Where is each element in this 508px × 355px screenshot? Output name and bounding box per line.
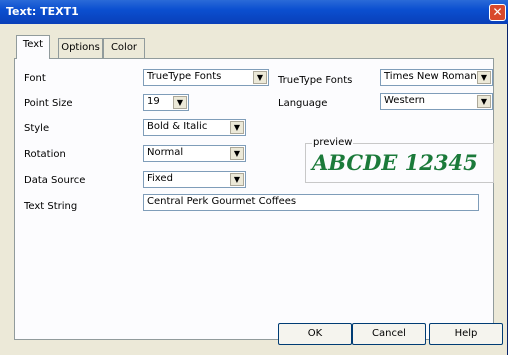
point-size-value: 19 [147, 96, 160, 107]
preview-text: ABCDE 12345 [312, 150, 478, 175]
point-size-select[interactable]: 19 ▼ [143, 94, 189, 111]
ok-button[interactable]: OK [278, 323, 352, 345]
title-bar[interactable]: Text: TEXT1 ✕ [0, 0, 508, 24]
tab-color-label: Color [110, 42, 138, 53]
chevron-down-icon[interactable]: ▼ [253, 71, 267, 84]
close-icon[interactable]: ✕ [489, 4, 506, 21]
chevron-down-icon[interactable]: ▼ [230, 173, 244, 186]
language-label: Language [278, 98, 328, 109]
language-value: Western [384, 95, 426, 106]
chevron-down-icon[interactable]: ▼ [173, 96, 187, 109]
window-title: Text: TEXT1 [6, 5, 79, 18]
truetype-font-value: Times New Roman [384, 71, 477, 82]
tab-text[interactable]: Text [16, 35, 50, 59]
text-string-value: Central Perk Gourmet Coffees [147, 196, 297, 207]
tab-text-label: Text [22, 39, 44, 50]
chevron-down-icon[interactable]: ▼ [230, 147, 244, 160]
truetype-fonts-label: TrueType Fonts [278, 75, 353, 86]
tab-options[interactable]: Options [58, 38, 103, 58]
rotation-value: Normal [147, 147, 184, 158]
help-button-label: Help [454, 328, 478, 339]
cancel-button-label: Cancel [372, 328, 406, 339]
text-string-label: Text String [24, 201, 78, 212]
font-select-value: TrueType Fonts [147, 71, 222, 82]
chevron-down-icon[interactable]: ▼ [230, 121, 244, 134]
truetype-font-select[interactable]: Times New Roman ▼ [380, 69, 493, 86]
text-string-input[interactable]: Central Perk Gourmet Coffees [143, 194, 479, 211]
rotation-select[interactable]: Normal ▼ [143, 145, 246, 162]
help-button[interactable]: Help [429, 323, 503, 345]
chevron-down-icon[interactable]: ▼ [477, 71, 491, 84]
point-size-label: Point Size [24, 98, 73, 109]
rotation-label: Rotation [24, 149, 66, 160]
style-label: Style [24, 123, 50, 134]
tab-options-label: Options [61, 42, 100, 53]
chevron-down-icon[interactable]: ▼ [477, 95, 491, 108]
ok-button-label: OK [307, 328, 323, 339]
cancel-button[interactable]: Cancel [352, 323, 426, 345]
data-source-select[interactable]: Fixed ▼ [143, 171, 246, 188]
tab-color[interactable]: Color [103, 38, 145, 58]
font-label: Font [24, 73, 46, 84]
preview-label: preview [312, 137, 354, 148]
language-select[interactable]: Western ▼ [380, 93, 493, 110]
style-select[interactable]: Bold & Italic ▼ [143, 119, 246, 136]
data-source-label: Data Source [24, 175, 86, 186]
style-value: Bold & Italic [147, 121, 208, 132]
text-dialog: Text: TEXT1 ✕ Text Options Color Font Po… [0, 0, 508, 355]
data-source-value: Fixed [147, 173, 173, 184]
font-select[interactable]: TrueType Fonts ▼ [143, 69, 269, 86]
